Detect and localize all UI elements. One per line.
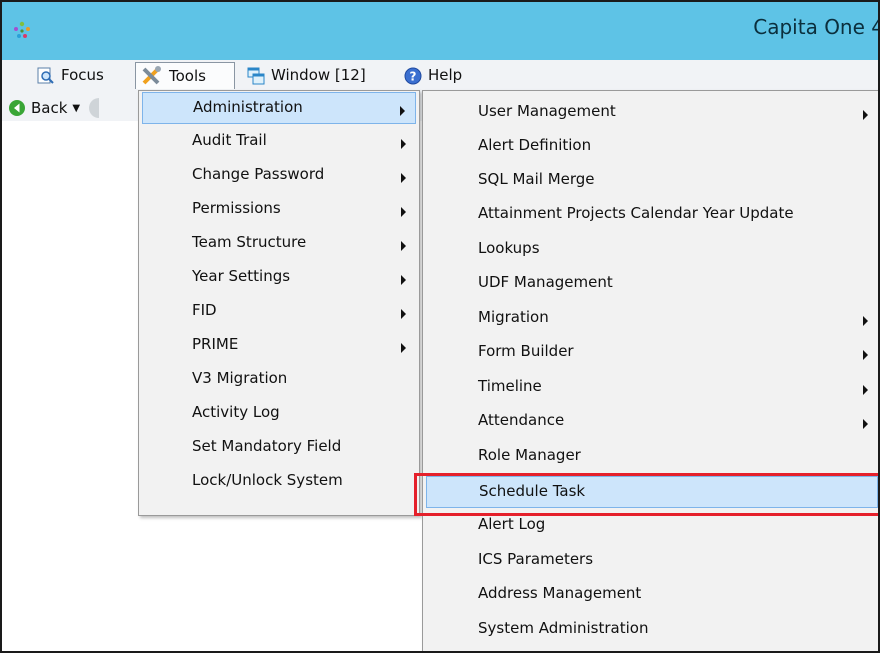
menu-item-fid[interactable]: FID — [142, 296, 416, 328]
menu-item-sql-mail-merge[interactable]: SQL Mail Merge — [426, 165, 878, 197]
menu-tools[interactable]: Tools — [135, 62, 235, 89]
menu-item-set-mandatory-field[interactable]: Set Mandatory Field — [142, 432, 416, 464]
menu-item-year-settings[interactable]: Year Settings — [142, 262, 416, 294]
menu-item-label: SQL Mail Merge — [478, 170, 595, 188]
menu-bar: Focus Tools Window [12] ? Help — [2, 60, 878, 92]
callout-highlight-box — [414, 473, 878, 516]
tools-icon — [141, 66, 163, 86]
submenu-arrow-icon — [863, 385, 868, 395]
menu-focus[interactable]: Focus — [32, 62, 109, 89]
menu-item-timeline[interactable]: Timeline — [426, 372, 878, 404]
app-window: Capita One 4 Focus Tools Window [12] ? H… — [0, 0, 880, 653]
menu-item-label: Change Password — [192, 165, 325, 183]
window-title: Capita One 4 — [753, 15, 880, 39]
menu-item-label: PRIME — [192, 335, 239, 353]
menu-item-role-manager[interactable]: Role Manager — [426, 441, 878, 473]
menu-item-activity-log[interactable]: Activity Log — [142, 398, 416, 430]
menu-item-prime[interactable]: PRIME — [142, 330, 416, 362]
menu-tools-label: Tools — [169, 66, 206, 85]
menu-item-label: Activity Log — [192, 403, 280, 421]
submenu-arrow-icon — [863, 316, 868, 326]
menu-item-label: V3 Migration — [192, 369, 288, 387]
menu-item-label: Timeline — [478, 377, 542, 395]
menu-item-label: UDF Management — [478, 273, 613, 291]
menu-item-label: ICS Parameters — [478, 550, 594, 568]
menu-item-label: Attendance — [478, 411, 565, 429]
tools-dropdown-menu: Administration Audit Trail Change Passwo… — [138, 90, 420, 516]
menu-item-label: Form Builder — [478, 342, 574, 360]
menu-item-label: Attainment Projects Calendar Year Update — [478, 204, 794, 222]
menu-item-label: Address Management — [478, 584, 642, 602]
menu-item-v3-migration[interactable]: V3 Migration — [142, 364, 416, 396]
submenu-arrow-icon — [401, 275, 406, 285]
menu-item-change-password[interactable]: Change Password — [142, 160, 416, 192]
menu-help-label: Help — [428, 66, 463, 84]
menu-item-label: Alert Definition — [478, 136, 592, 154]
menu-window-label: Window [12] — [271, 66, 366, 84]
menu-item-label: Role Manager — [478, 446, 581, 464]
menu-window[interactable]: Window [12] — [242, 62, 371, 89]
menu-item-attainment-projects[interactable]: Attainment Projects Calendar Year Update — [426, 199, 878, 231]
svg-text:?: ? — [410, 69, 417, 83]
menu-item-lookups[interactable]: Lookups — [426, 234, 878, 266]
menu-item-label: Administration — [193, 98, 303, 116]
menu-item-label: Audit Trail — [192, 131, 267, 149]
menu-item-label: Permissions — [192, 199, 281, 217]
menu-item-label: FID — [192, 301, 217, 319]
menu-item-administration[interactable]: Administration — [142, 92, 416, 124]
menu-item-udf-management[interactable]: UDF Management — [426, 268, 878, 300]
submenu-arrow-icon — [401, 241, 406, 251]
windows-icon — [247, 67, 265, 85]
submenu-arrow-icon — [863, 350, 868, 360]
menu-item-label: Year Settings — [192, 267, 291, 285]
menu-item-label: Lookups — [478, 239, 540, 257]
dropdown-arrow-icon[interactable]: ▼ — [72, 103, 80, 114]
menu-item-attendance[interactable]: Attendance — [426, 406, 878, 438]
back-button[interactable]: Back ▼ — [8, 97, 100, 119]
app-logo-icon — [11, 20, 33, 42]
submenu-arrow-icon — [401, 139, 406, 149]
magnifier-icon — [37, 67, 55, 85]
menu-item-label: Migration — [478, 308, 549, 326]
menu-item-system-administration[interactable]: System Administration — [426, 614, 878, 646]
submenu-arrow-icon — [401, 173, 406, 183]
menu-item-form-builder[interactable]: Form Builder — [426, 337, 878, 369]
help-icon: ? — [404, 67, 422, 85]
back-label: Back — [31, 99, 68, 117]
menu-item-label: Team Structure — [192, 233, 307, 251]
menu-item-ics-parameters[interactable]: ICS Parameters — [426, 545, 878, 577]
submenu-arrow-icon — [863, 419, 868, 429]
menu-item-audit-trail[interactable]: Audit Trail — [142, 126, 416, 158]
menu-item-permissions[interactable]: Permissions — [142, 194, 416, 226]
menu-help[interactable]: ? Help — [399, 62, 467, 89]
title-bar[interactable]: Capita One 4 — [2, 2, 878, 60]
menu-item-label: Set Mandatory Field — [192, 437, 342, 455]
menu-item-label: Lock/Unlock System — [192, 471, 343, 489]
menu-item-alert-definition[interactable]: Alert Definition — [426, 131, 878, 163]
menu-item-lock-unlock-system[interactable]: Lock/Unlock System — [142, 466, 416, 498]
menu-item-address-management[interactable]: Address Management — [426, 579, 878, 611]
submenu-arrow-icon — [401, 343, 406, 353]
submenu-arrow-icon — [401, 309, 406, 319]
administration-submenu: User Management Alert Definition SQL Mai… — [422, 90, 878, 651]
submenu-arrow-icon — [400, 106, 405, 116]
submenu-arrow-icon — [863, 110, 868, 120]
menu-item-label: Alert Log — [478, 515, 546, 533]
submenu-arrow-icon — [401, 207, 406, 217]
menu-item-user-management[interactable]: User Management — [426, 97, 878, 129]
back-arrow-icon — [8, 99, 26, 117]
menu-item-migration[interactable]: Migration — [426, 303, 878, 335]
forward-button[interactable] — [89, 98, 100, 118]
menu-item-label: User Management — [478, 102, 616, 120]
menu-item-label: System Administration — [478, 619, 649, 637]
menu-focus-label: Focus — [61, 66, 104, 84]
menu-item-team-structure[interactable]: Team Structure — [142, 228, 416, 260]
